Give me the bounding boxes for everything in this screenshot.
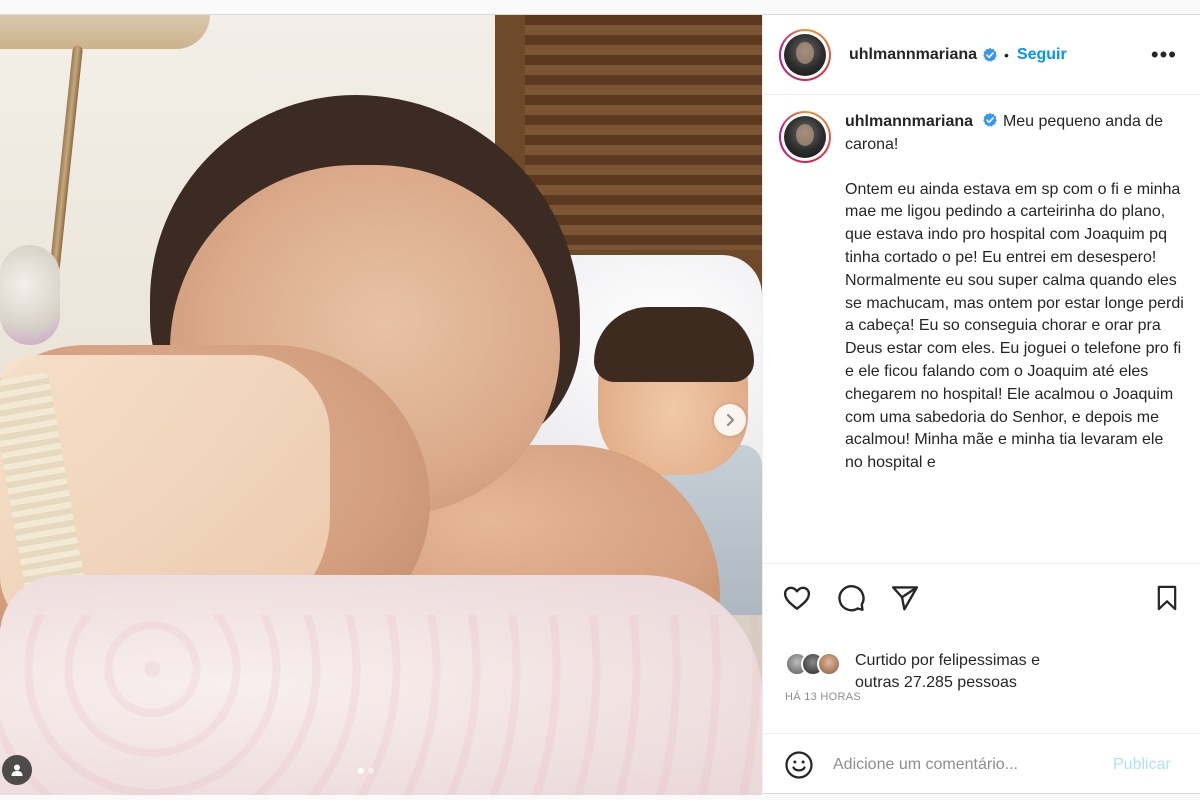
likes-line-2: outras 27.285 pessoas — [855, 674, 1017, 691]
separator-dot: • — [1004, 46, 1009, 63]
photo-child-hair — [594, 307, 754, 382]
photo-lamp-shade — [0, 15, 210, 49]
author-avatar[interactable] — [779, 28, 831, 81]
instagram-post: uhlmannmariana • Seguir ••• uhlmannmaria… — [0, 14, 1200, 795]
photo-window-shutter — [525, 15, 762, 250]
user-tag-icon — [11, 764, 23, 776]
post-actions: Curtido por felipessimas e outras 27.285… — [763, 563, 1200, 691]
likes-line-1: Curtido por felipessimas e — [855, 652, 1040, 669]
more-options-button[interactable]: ••• — [1151, 44, 1177, 66]
likes-text[interactable]: Curtido por felipessimas e outras 27.285… — [855, 650, 1040, 694]
carousel-dot-active — [358, 768, 364, 774]
post-header: uhlmannmariana • Seguir ••• — [763, 15, 1200, 95]
liker-avatar — [817, 652, 841, 676]
verified-badge-icon — [983, 112, 998, 127]
author-username[interactable]: uhlmannmariana — [849, 46, 977, 64]
caption-author-avatar[interactable] — [779, 111, 831, 163]
tagged-users-button[interactable] — [2, 755, 32, 785]
avatar-image — [784, 116, 826, 158]
photo-blanket-pattern — [0, 615, 762, 795]
share-icon — [891, 586, 919, 611]
comment-button[interactable] — [835, 582, 867, 614]
bookmark-icon — [1157, 585, 1177, 611]
caption-body: Ontem eu ainda estava em sp com o fi e m… — [845, 180, 1189, 472]
action-icons — [781, 582, 921, 614]
likes-summary: Curtido por felipessimas e outras 27.285… — [785, 650, 1040, 694]
like-button[interactable] — [781, 582, 813, 614]
publish-button[interactable]: Publicar — [1113, 756, 1171, 774]
comment-bar: Publicar — [763, 733, 1200, 795]
carousel-next-button[interactable] — [714, 404, 746, 436]
heart-icon — [783, 586, 811, 610]
verified-badge-icon — [983, 47, 997, 62]
caption: uhlmannmariana Meu pequeno anda de caron… — [779, 111, 1200, 475]
post-timestamp[interactable]: HÁ 13 HORAS — [785, 691, 861, 703]
comment-input[interactable] — [833, 755, 1093, 774]
carousel-indicator — [358, 768, 374, 774]
avatar-image — [784, 33, 826, 76]
liker-avatars[interactable] — [785, 652, 841, 694]
post-sidebar: uhlmannmariana • Seguir ••• uhlmannmaria… — [762, 15, 1200, 795]
photo-toy — [0, 245, 60, 345]
caption-text: uhlmannmariana Meu pequeno anda de caron… — [845, 111, 1185, 475]
follow-button[interactable]: Seguir — [1017, 46, 1067, 64]
emoji-icon — [785, 750, 813, 779]
caption-username[interactable]: uhlmannmariana — [845, 113, 973, 130]
share-button[interactable] — [889, 582, 921, 614]
comment-icon — [838, 585, 865, 612]
caption-section: uhlmannmariana Meu pequeno anda de caron… — [763, 111, 1200, 561]
post-photo[interactable] — [0, 15, 762, 795]
emoji-button[interactable] — [783, 749, 815, 781]
page: uhlmannmariana • Seguir ••• uhlmannmaria… — [0, 0, 1200, 800]
chevron-right-icon — [726, 413, 735, 427]
carousel-dot — [368, 768, 374, 774]
save-button[interactable] — [1151, 582, 1183, 614]
